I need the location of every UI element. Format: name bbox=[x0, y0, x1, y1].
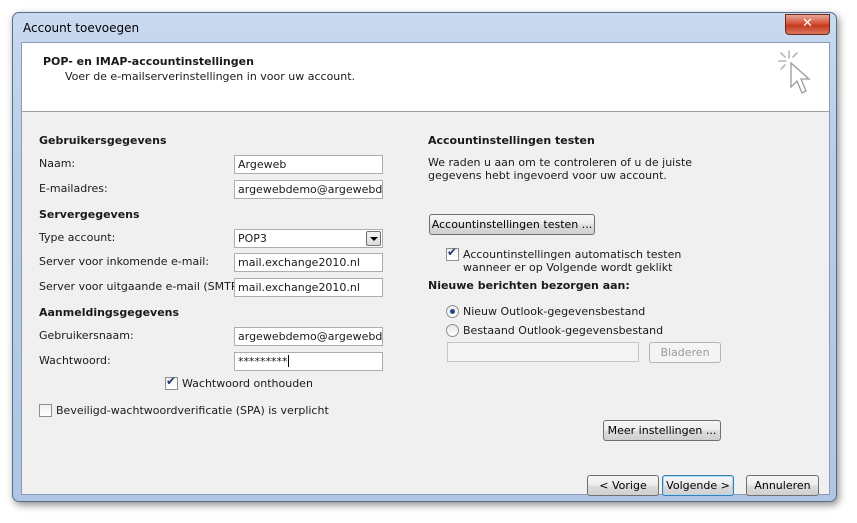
radio-new-data-file-label[interactable]: Nieuw Outlook-gegevensbestand bbox=[463, 305, 645, 318]
remember-password-checkbox[interactable]: ✔ bbox=[165, 374, 178, 390]
test-settings-button[interactable]: Accountinstellingen testen ... bbox=[429, 214, 595, 235]
email-input[interactable]: argewebdemo@argewebde bbox=[234, 180, 383, 199]
checkmark-icon: ✔ bbox=[447, 245, 458, 259]
password-input[interactable]: ********* bbox=[234, 352, 383, 371]
remember-password-label[interactable]: Wachtwoord onthouden bbox=[182, 377, 313, 390]
chevron-down-icon[interactable] bbox=[366, 231, 381, 246]
server-info-heading: Servergegevens bbox=[39, 208, 140, 221]
username-input[interactable]: argewebdemo@argewebde bbox=[234, 327, 383, 346]
outgoing-server-label: Server voor uitgaande e-mail (SMTP): bbox=[39, 280, 246, 293]
auto-test-label-line1[interactable]: Accountinstellingen automatisch testen bbox=[463, 248, 681, 261]
radio-existing-data-file-label[interactable]: Bestaand Outlook-gegevensbestand bbox=[463, 324, 663, 337]
magic-wand-cursor-icon bbox=[778, 50, 811, 94]
cancel-button[interactable]: Annuleren bbox=[746, 475, 819, 496]
test-description-line1: We raden u aan om te controleren of u de… bbox=[428, 156, 693, 169]
close-button[interactable]: ✕ bbox=[785, 14, 830, 35]
next-button[interactable]: Volgende > bbox=[662, 475, 734, 496]
more-settings-button[interactable]: Meer instellingen ... bbox=[603, 420, 721, 441]
test-heading: Accountinstellingen testen bbox=[428, 134, 595, 147]
account-type-select[interactable]: POP3 bbox=[234, 229, 383, 248]
radio-existing-data-file[interactable] bbox=[446, 324, 459, 337]
text-caret bbox=[287, 355, 289, 367]
name-input[interactable]: Argeweb bbox=[234, 155, 383, 174]
login-info-heading: Aanmeldingsgegevens bbox=[39, 306, 180, 319]
close-icon: ✕ bbox=[802, 16, 813, 31]
page-title: POP- en IMAP-accountinstellingen bbox=[43, 55, 254, 68]
account-type-label: Type account: bbox=[39, 231, 116, 244]
account-type-value: POP3 bbox=[238, 232, 267, 245]
incoming-server-input[interactable]: mail.exchange2010.nl bbox=[234, 253, 383, 272]
name-label: Naam: bbox=[39, 157, 76, 170]
user-info-heading: Gebruikersgegevens bbox=[39, 134, 167, 147]
title-bar[interactable]: Account toevoegen ✕ bbox=[13, 13, 836, 41]
dialog-client-area: POP- en IMAP-accountinstellingen Voer de… bbox=[21, 42, 830, 496]
incoming-server-label: Server voor inkomende e-mail: bbox=[39, 255, 210, 268]
outgoing-server-input[interactable]: mail.exchange2010.nl bbox=[234, 278, 383, 297]
delivery-heading: Nieuwe berichten bezorgen aan: bbox=[428, 279, 630, 292]
email-label: E-mailadres: bbox=[39, 182, 108, 195]
browse-button: Bladeren bbox=[649, 342, 721, 363]
username-label: Gebruikersnaam: bbox=[39, 329, 134, 342]
dialog-window: Account toevoegen ✕ POP- en IMAP-account… bbox=[12, 12, 837, 502]
wizard-header: POP- en IMAP-accountinstellingen Voer de… bbox=[22, 43, 829, 112]
checkmark-icon: ✔ bbox=[166, 374, 177, 388]
auto-test-label-line2[interactable]: wanneer er op Volgende wordt geklikt bbox=[463, 261, 672, 274]
spa-label[interactable]: Beveiligd-wachtwoordverificatie (SPA) is… bbox=[56, 404, 329, 417]
password-value: ********* bbox=[238, 355, 288, 368]
page-subtitle: Voer de e-mailserverinstellingen in voor… bbox=[65, 70, 356, 83]
back-button[interactable]: < Vorige bbox=[587, 475, 659, 496]
radio-new-data-file[interactable] bbox=[446, 305, 459, 318]
auto-test-checkbox[interactable]: ✔ bbox=[446, 245, 459, 261]
radio-selected-dot bbox=[450, 309, 455, 314]
password-label: Wachtwoord: bbox=[39, 354, 111, 367]
test-description-line2: gegevens hebt ingevoerd voor uw account. bbox=[428, 169, 667, 182]
window-title: Account toevoegen bbox=[23, 21, 140, 35]
spa-checkbox[interactable] bbox=[39, 404, 52, 417]
existing-file-path-input bbox=[447, 342, 639, 362]
